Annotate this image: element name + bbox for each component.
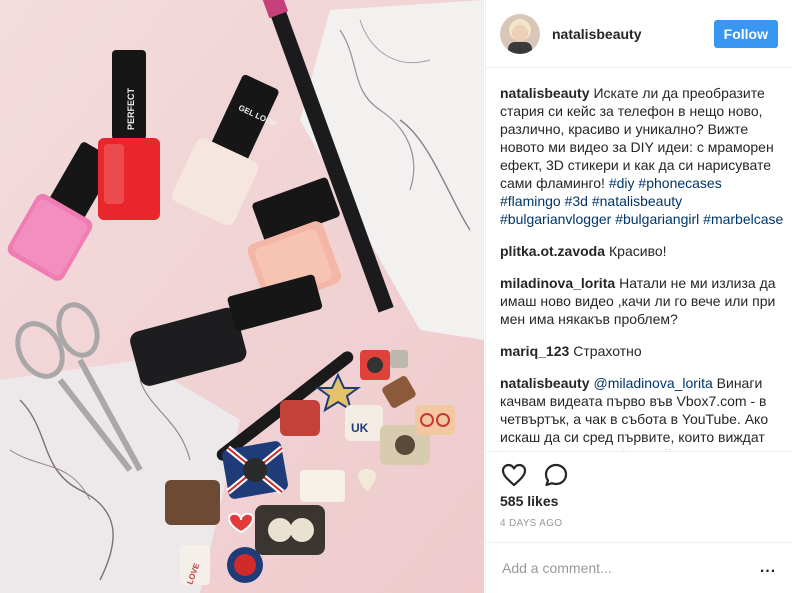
likes-count[interactable]: 585 likes (500, 493, 558, 509)
action-bar (486, 451, 792, 497)
comment: miladinova_lorita Натали не ми излиза да … (500, 274, 784, 328)
caption: natalisbeauty Искате ли да преобразите ст… (500, 84, 784, 228)
hashtag[interactable]: #flamingo (500, 193, 561, 209)
comment-username[interactable]: natalisbeauty (500, 375, 589, 391)
instagram-post: PERFECT GEL LOOK UK LOVE natalisbeauty F… (0, 0, 792, 593)
comment-text: Красиво! (609, 243, 667, 259)
reply-comment: natalisbeauty @miladinova_lorita Винаги к… (500, 374, 784, 450)
heart-icon[interactable] (500, 461, 528, 489)
bottle-label: PERFECT (126, 87, 136, 130)
comment-input[interactable] (500, 559, 758, 577)
hashtag[interactable]: #phonecases (638, 175, 721, 191)
hashtag[interactable]: #bulgariangirl (615, 211, 699, 227)
hashtag[interactable]: #diy (609, 175, 635, 191)
hashtag[interactable]: #natalisbeauty (592, 193, 682, 209)
follow-button[interactable]: Follow (713, 19, 778, 48)
comments-list: natalisbeauty Искате ли да преобразите ст… (500, 70, 784, 450)
avatar[interactable] (500, 13, 540, 54)
post-username[interactable]: natalisbeauty (552, 26, 714, 42)
comment-username[interactable]: plitka.ot.zavoda (500, 243, 605, 259)
comment-username[interactable]: mariq_123 (500, 343, 569, 359)
avatar-image (500, 13, 540, 54)
more-options-icon[interactable]: ... (758, 559, 778, 577)
add-comment-bar: ... (486, 542, 792, 593)
hashtag[interactable]: #3d (565, 193, 588, 209)
hashtag[interactable]: #bulgarianvlogger (500, 211, 611, 227)
comment-text: Страхотно (573, 343, 642, 359)
sticker-uk-text: UK (351, 421, 369, 435)
flatlay-image: PERFECT GEL LOOK UK LOVE (0, 0, 484, 593)
mention-link[interactable]: @miladinova_lorita (593, 375, 712, 391)
post-photo[interactable]: PERFECT GEL LOOK UK LOVE (0, 0, 484, 593)
comment: mariq_123 Страхотно (500, 342, 784, 360)
hashtag[interactable]: #marbelcase (703, 211, 783, 227)
comment-username[interactable]: miladinova_lorita (500, 275, 615, 291)
post-sidebar: natalisbeauty Follow natalisbeauty Искате… (485, 0, 792, 593)
post-header: natalisbeauty Follow (486, 0, 792, 68)
post-timestamp[interactable]: 4 DAYS AGO (500, 518, 562, 529)
comment: plitka.ot.zavoda Красиво! (500, 242, 784, 260)
caption-username[interactable]: natalisbeauty (500, 85, 589, 101)
speech-bubble-icon[interactable] (542, 461, 570, 489)
